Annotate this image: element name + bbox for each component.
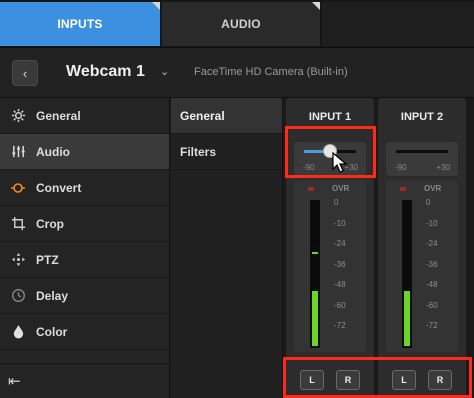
- chevron-left-icon: ‹: [22, 65, 28, 81]
- meter-scale-label: -48: [334, 280, 346, 289]
- left-channel-button[interactable]: L: [300, 370, 324, 390]
- clock-icon: [8, 287, 28, 305]
- collapse-sidebar-icon[interactable]: ⇤: [8, 372, 21, 390]
- subnav-column: General Filters: [171, 98, 283, 398]
- ptz-icon: [8, 251, 28, 269]
- sidebar-item-label: Audio: [36, 144, 70, 159]
- sidebar-item-general[interactable]: General: [0, 98, 169, 134]
- sidebar-divider: [0, 363, 169, 364]
- gain-max-label: +30: [436, 163, 450, 172]
- level-meter-fill: [312, 291, 318, 346]
- sidebar-item-delay[interactable]: Delay: [0, 278, 169, 314]
- meter-scale-label: 0: [426, 198, 431, 207]
- left-channel-button[interactable]: L: [392, 370, 416, 390]
- subnav-item-filters[interactable]: Filters: [171, 134, 282, 170]
- color-drop-icon: [8, 323, 28, 341]
- tab-inputs[interactable]: INPUTS: [0, 2, 160, 46]
- source-name[interactable]: Webcam 1: [66, 63, 145, 81]
- tab-audio-label: AUDIO: [221, 17, 261, 31]
- device-name: FaceTime HD Camera (Built-in): [194, 66, 348, 78]
- level-meter-fill: [404, 291, 410, 346]
- sidebar-item-convert[interactable]: Convert: [0, 170, 169, 206]
- mouse-cursor-icon: [332, 152, 348, 173]
- sidebar-item-label: Delay: [36, 288, 69, 303]
- chevron-down-icon[interactable]: ⌄: [160, 65, 169, 78]
- tab-corner-indicator-icon: [152, 2, 160, 10]
- meter-scale-label: -10: [426, 218, 438, 228]
- meter-scale-label: -72: [426, 321, 438, 330]
- meter-scale-label: -60: [426, 300, 438, 310]
- sidebar-item-label: PTZ: [36, 252, 59, 267]
- channel-title: INPUT 2: [400, 111, 444, 123]
- sidebar-item-label: Convert: [36, 180, 82, 195]
- level-meter-peak: [312, 251, 318, 254]
- meter-scale-label: -48: [426, 280, 438, 289]
- gain-min-label: -90: [303, 163, 315, 172]
- source-header: ‹ Webcam 1 ⌄ FaceTime HD Camera (Built-i…: [0, 48, 474, 98]
- meter-scale-label: -36: [426, 259, 438, 269]
- gain-slider[interactable]: -90 +30: [294, 142, 366, 176]
- meter-scale-label: -60: [334, 300, 346, 310]
- channel-strip: INPUT 2 -90 +30 OVR 0 -10 -24 -36 -48 -60 -72 …: [378, 98, 466, 398]
- mute-indicator-icon: [308, 187, 314, 191]
- settings-sidebar: General Audio Convert Crop PTZ Delay Col…: [0, 98, 170, 398]
- meter-scale-label: -24: [334, 239, 346, 248]
- top-tab-bar: INPUTS AUDIO: [0, 0, 474, 48]
- gain-min-label: -90: [395, 163, 407, 172]
- right-channel-button[interactable]: R: [428, 370, 452, 390]
- sidebar-item-label: Crop: [36, 216, 64, 231]
- right-channel-button[interactable]: R: [336, 370, 360, 390]
- tab-audio[interactable]: AUDIO: [162, 2, 320, 46]
- sidebar-item-label: General: [36, 108, 81, 123]
- meter-scale-label: 0: [334, 198, 339, 207]
- gear-icon: [8, 107, 28, 125]
- sidebar-item-audio[interactable]: Audio: [0, 134, 169, 170]
- meter-scale-label: -10: [334, 218, 346, 228]
- sidebar-item-crop[interactable]: Crop: [0, 206, 169, 242]
- level-meter: [402, 200, 412, 348]
- crop-icon: [8, 215, 28, 233]
- audio-channels: INPUT 1 -90 +30 OVR 0 -10 -24 -36 -48 -60 -72 …: [284, 98, 474, 398]
- convert-icon: [8, 179, 28, 197]
- level-meter-panel: OVR 0 -10 -24 -36 -48 -60 -72: [294, 180, 366, 352]
- level-meter-panel: OVR 0 -10 -24 -36 -48 -60 -72: [386, 180, 458, 352]
- meter-scale-label: -36: [334, 259, 346, 269]
- meter-scale-label: -72: [334, 321, 346, 330]
- mute-indicator-icon: [400, 187, 406, 191]
- level-meter: [310, 200, 320, 348]
- channel-title: INPUT 1: [308, 111, 352, 123]
- sidebar-item-ptz[interactable]: PTZ: [0, 242, 169, 278]
- back-button[interactable]: ‹: [12, 60, 38, 86]
- app-window: INPUTS AUDIO ‹ Webcam 1 ⌄ FaceTime HD Ca…: [0, 0, 474, 398]
- meter-scale-label: -24: [426, 239, 438, 248]
- tab-corner-indicator-icon: [312, 2, 320, 10]
- subnav-item-general[interactable]: General: [171, 98, 282, 134]
- sidebar-item-color[interactable]: Color: [0, 314, 169, 350]
- audio-mixer-icon: [8, 143, 28, 161]
- gain-slider[interactable]: -90 +30: [386, 142, 458, 176]
- ovr-label: OVR: [424, 184, 442, 193]
- ovr-label: OVR: [332, 184, 350, 193]
- tab-bar-empty-space: [322, 2, 474, 46]
- gain-slider-track[interactable]: [396, 150, 448, 153]
- channel-strip: INPUT 1 -90 +30 OVR 0 -10 -24 -36 -48 -60 -72 …: [286, 98, 374, 398]
- tab-inputs-label: INPUTS: [57, 17, 103, 31]
- sidebar-item-label: Color: [36, 324, 68, 339]
